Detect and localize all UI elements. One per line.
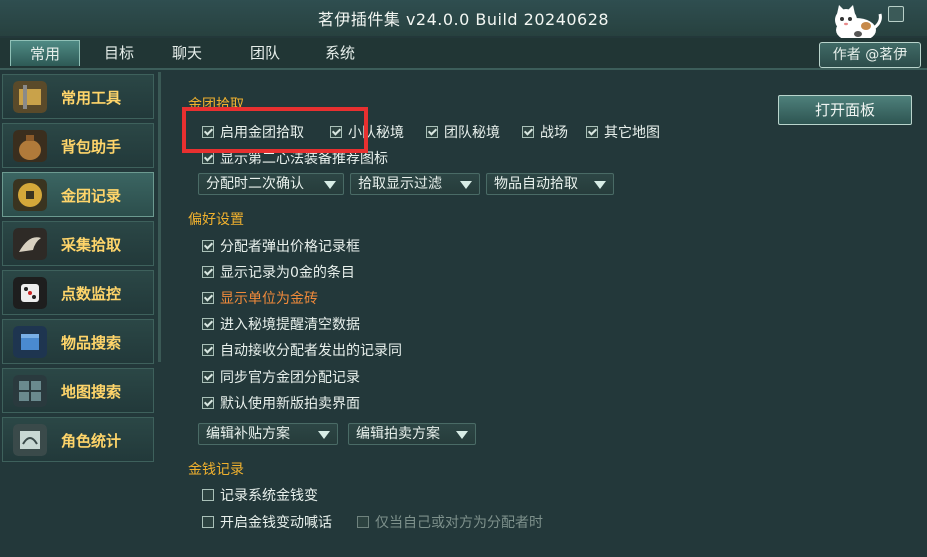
checkbox-icon[interactable] [202,344,214,356]
checkbox-icon[interactable] [202,292,214,304]
team-dungeon-option[interactable]: 团队秘境 [426,122,500,142]
sidebar-item-common-tools[interactable]: 常用工具 [2,74,154,119]
tab-system[interactable]: 系统 [305,40,375,66]
chevron-down-icon [594,181,606,189]
checkbox-icon[interactable] [426,126,438,138]
edit-auction-plan-dropdown[interactable]: 编辑拍卖方案 [348,423,476,445]
sidebar-item-gold-team-record[interactable]: 金团记录 [2,172,154,217]
sidebar: 常用工具 背包助手 金团记录 采集拾取 点数监控 物品搜索 地图搜索 角色统计 [0,72,156,557]
checkbox-icon[interactable] [202,318,214,330]
only-distributor-option: 仅当自己或对方为分配者时 [357,512,543,532]
tab-team[interactable]: 团队 [230,40,300,66]
restore-window-icon[interactable] [888,6,904,22]
confirm-on-assign-dropdown[interactable]: 分配时二次确认 [198,173,344,195]
sidebar-item-bag-helper[interactable]: 背包助手 [2,123,154,168]
loot-display-filter-dropdown[interactable]: 拾取显示过滤 [350,173,480,195]
sidebar-item-label: 点数监控 [61,285,122,303]
prefs-dropdown-row: 编辑补贴方案 编辑拍卖方案 [198,423,498,445]
sidebar-divider [158,72,161,362]
sidebar-item-label: 角色统计 [61,432,122,450]
chevron-down-icon [318,431,330,439]
sidebar-item-label: 背包助手 [61,138,122,156]
money-shout-option[interactable]: 开启金钱变动喊话 [202,512,332,532]
pref-option[interactable]: 自动接收分配者发出的记录同 [202,340,402,360]
highlight-box [182,107,368,153]
record-money-option[interactable]: 记录系统金钱变 [202,485,318,505]
sidebar-item-item-search[interactable]: 物品搜索 [2,319,154,364]
edit-subsidy-plan-dropdown[interactable]: 编辑补贴方案 [198,423,338,445]
pref-option-gold-brick[interactable]: 显示单位为金砖 [202,288,318,308]
checkbox-icon[interactable] [202,489,214,501]
checkbox-icon[interactable] [202,516,214,528]
chevron-down-icon [324,181,336,189]
sidebar-item-gather-loot[interactable]: 采集拾取 [2,221,154,266]
tab-bar: 常用 目标 聊天 团队 系统 [0,38,927,70]
coin-icon [13,179,47,211]
checkbox-icon[interactable] [202,371,214,383]
tab-target[interactable]: 目标 [84,40,154,66]
money-section-title: 金钱记录 [188,462,244,478]
role-stats-icon [13,424,47,456]
sidebar-item-map-search[interactable]: 地图搜索 [2,368,154,413]
pref-option[interactable]: 默认使用新版拍卖界面 [202,393,360,413]
battlefield-option[interactable]: 战场 [522,122,568,142]
pref-option[interactable]: 进入秘境提醒清空数据 [202,314,360,334]
tab-chat[interactable]: 聊天 [152,40,222,66]
pref-option[interactable]: 同步官方金团分配记录 [202,367,360,387]
loot-dropdown-row: 分配时二次确认 拾取显示过滤 物品自动拾取 [198,173,618,195]
dice-icon [13,277,47,309]
chevron-down-icon [456,431,468,439]
pref-option[interactable]: 分配者弹出价格记录框 [202,236,360,256]
open-panel-button[interactable]: 打开面板 [778,95,912,125]
other-maps-option[interactable]: 其它地图 [586,122,660,142]
gather-icon [13,228,47,260]
prefs-section-title: 偏好设置 [188,212,244,228]
sidebar-item-label: 采集拾取 [61,236,122,254]
window-title: 茗伊插件集 v24.0.0 Build 20240628 [317,10,610,29]
checkbox-icon[interactable] [202,240,214,252]
auto-loot-dropdown[interactable]: 物品自动拾取 [486,173,614,195]
checkbox-icon[interactable] [202,397,214,409]
checkbox-icon[interactable] [522,126,534,138]
pref-option[interactable]: 显示记录为0金的条目 [202,262,355,282]
checkbox-icon[interactable] [586,126,598,138]
sidebar-item-label: 金团记录 [61,187,122,205]
sidebar-item-label: 常用工具 [61,89,122,107]
tools-icon [13,81,47,113]
sidebar-item-points-monitor[interactable]: 点数监控 [2,270,154,315]
sidebar-item-label: 地图搜索 [61,383,122,401]
chevron-down-icon [460,181,472,189]
author-button[interactable]: 作者 @茗伊 [819,42,921,68]
item-search-icon [13,326,47,358]
checkbox-icon[interactable] [202,266,214,278]
title-bar: 茗伊插件集 v24.0.0 Build 20240628 [0,0,927,42]
map-search-icon [13,375,47,407]
tab-common[interactable]: 常用 [10,40,80,66]
sidebar-item-role-stats[interactable]: 角色统计 [2,417,154,462]
sidebar-item-label: 物品搜索 [61,334,122,352]
checkbox-icon [357,516,369,528]
checkbox-icon[interactable] [202,152,214,164]
bag-icon [13,130,47,162]
